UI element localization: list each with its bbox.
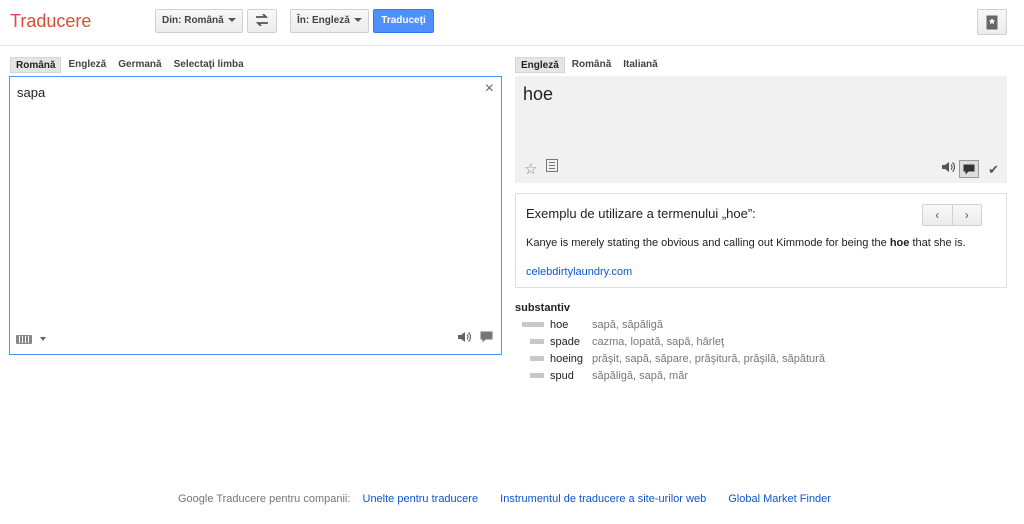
dictionary-word[interactable]: spade (550, 336, 592, 348)
source-text[interactable]: sapa (17, 85, 45, 100)
comment-icon[interactable] (480, 331, 493, 346)
dictionary-translations: sapă, săpăligă (592, 318, 663, 331)
check-icon[interactable]: ✔ (988, 162, 999, 178)
translation-result: hoe ☆ ✔ (515, 76, 1007, 183)
chevron-right-icon[interactable]: › (951, 205, 982, 225)
source-language-tabs: Română Engleză Germană Selectaţi limba (10, 57, 249, 73)
list-icon[interactable] (546, 159, 558, 175)
top-bar: Traducere Din: Română În: Engleză Traduc… (0, 0, 1024, 46)
part-of-speech: substantiv (515, 302, 571, 314)
footer-link-translator-toolkit[interactable]: Unelte pentru traducere (363, 493, 479, 505)
footer-link-website-translator[interactable]: Instrumentul de traducere a site-urilor … (500, 493, 706, 505)
target-tab-english[interactable]: Engleză (515, 57, 565, 73)
frequency-bar (530, 356, 544, 361)
chevron-down-icon (353, 18, 362, 23)
example-sentence: Kanye is merely stating the obvious and … (526, 237, 966, 249)
source-tab-select-language[interactable]: Selectaţi limba (169, 57, 249, 73)
phrasebook-button[interactable] (977, 9, 1007, 35)
example-source-link[interactable]: celebdirtylaundry.com (526, 266, 632, 278)
source-tab-english[interactable]: Engleză (63, 57, 111, 73)
example-title: Exemplu de utilizare a termenului „hoe”: (526, 206, 756, 221)
comment-icon[interactable] (959, 160, 979, 178)
dictionary-translations: săpăligă, sapă, măr (592, 369, 688, 382)
dictionary-translations: cazma, lopată, sapă, hârleţ (592, 335, 725, 348)
source-text-area[interactable]: sapa × (9, 76, 502, 355)
speaker-icon[interactable] (941, 161, 956, 176)
frequency-bar (530, 339, 544, 344)
footer-label: Google Traducere pentru companii: (178, 493, 351, 505)
dictionary-section: substantiv hoe sapă, săpăligă spade cazm… (515, 302, 1007, 384)
dictionary-entry: spade cazma, lopată, sapă, hârleţ (515, 333, 1007, 350)
source-language-dropdown[interactable]: Din: Română (155, 9, 243, 33)
phrasebook-icon (986, 15, 998, 30)
dictionary-entry: hoe sapă, săpăligă (515, 316, 1007, 333)
source-tab-romanian[interactable]: Română (10, 57, 62, 73)
translate-button[interactable]: Traduceţi (373, 9, 434, 33)
swap-icon (255, 13, 269, 27)
footer-link-global-market-finder[interactable]: Global Market Finder (728, 493, 831, 505)
chevron-down-icon[interactable] (40, 337, 46, 341)
target-language-dropdown[interactable]: În: Engleză (290, 9, 369, 33)
dictionary-word[interactable]: hoeing (550, 353, 592, 365)
chevron-left-icon[interactable]: ‹ (923, 205, 952, 225)
target-tab-italian[interactable]: Italiană (618, 57, 662, 73)
translated-text: hoe (523, 84, 554, 104)
dictionary-entry: hoeing prăşit, sapă, săpare, prăşitură, … (515, 350, 1007, 367)
source-language-label: Din: Română (162, 15, 224, 26)
star-icon[interactable]: ☆ (524, 160, 537, 178)
swap-languages-button[interactable] (247, 9, 277, 33)
dictionary-word[interactable]: spud (550, 370, 592, 382)
example-navigation: ‹ › (922, 204, 982, 226)
footer: Google Traducere pentru companii: Unelte… (178, 493, 850, 505)
target-language-tabs: Engleză Română Italiană (515, 57, 663, 73)
clear-icon[interactable]: × (485, 80, 494, 98)
app-title: Traducere (10, 11, 92, 31)
dictionary-translations: prăşit, sapă, săpare, prăşitură, prăşilă… (592, 352, 825, 365)
frequency-bar (530, 373, 544, 378)
usage-example-card: Exemplu de utilizare a termenului „hoe”:… (515, 193, 1007, 288)
target-language-label: În: Engleză (297, 15, 350, 26)
dictionary-word[interactable]: hoe (550, 319, 592, 331)
dictionary-entry: spud săpăligă, sapă, măr (515, 367, 1007, 384)
frequency-bar (522, 322, 544, 327)
keyboard-icon[interactable] (16, 335, 32, 344)
target-tab-romanian[interactable]: Română (567, 57, 616, 73)
chevron-down-icon (227, 18, 236, 23)
source-tab-german[interactable]: Germană (113, 57, 166, 73)
speaker-icon[interactable] (457, 331, 472, 346)
